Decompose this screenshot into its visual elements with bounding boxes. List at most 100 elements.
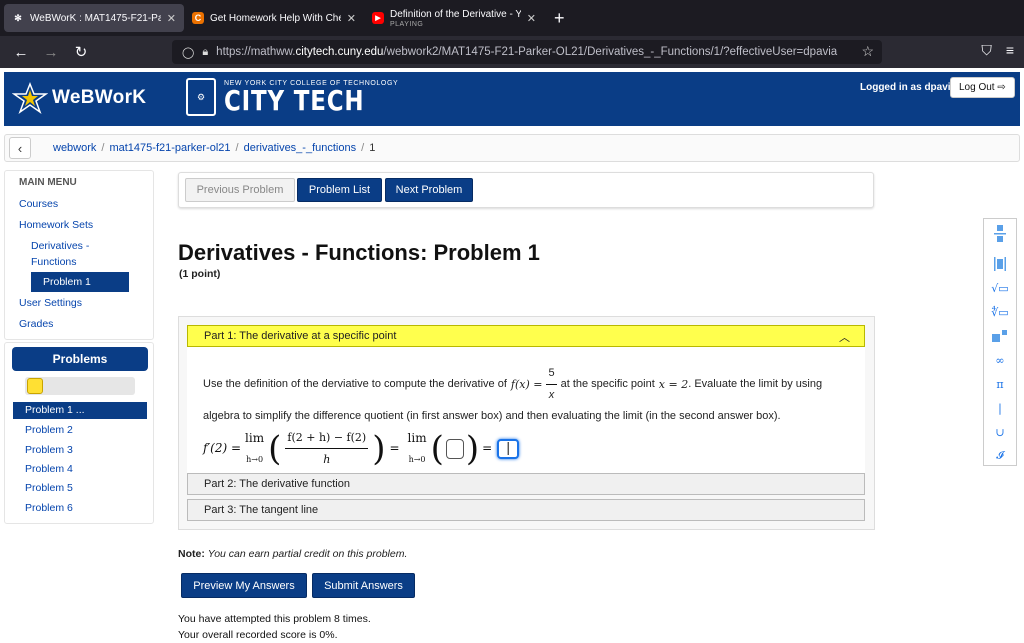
lim-subscript: h→0 <box>408 454 426 464</box>
pocket-icon[interactable]: ⛉ <box>981 42 992 59</box>
script-icon[interactable]: 𝓘 <box>984 445 1016 467</box>
exponent-icon[interactable] <box>984 325 1016 347</box>
url-path: /webwork2/MAT1475-F21-Parker-OL21/Deriva… <box>383 46 838 58</box>
tab-playing-label: PLAYING <box>390 21 424 28</box>
address-bar[interactable]: ◯ 🔒︎ https://mathww. citytech.cuny.edu/we… <box>172 40 882 64</box>
logged-in-status: Logged in as dpavia. <box>860 82 959 93</box>
problem-link-6[interactable]: Problem 6 <box>25 502 73 514</box>
part1-header[interactable]: Part 1: The derivative at a specific poi… <box>187 325 865 347</box>
menu-set-name-cont[interactable]: Functions <box>31 256 77 268</box>
problem-link-2[interactable]: Problem 2 <box>25 424 73 436</box>
college-seal-icon: ⚙ <box>186 78 216 116</box>
reload-icon[interactable]: ↻ <box>66 43 96 61</box>
pi-icon[interactable]: π <box>984 373 1016 395</box>
dq-denominator: h <box>323 453 331 466</box>
new-tab-button[interactable]: + <box>554 8 565 29</box>
limit-notation: lim h→0 <box>408 428 427 470</box>
close-tab-icon[interactable]: ✕ <box>167 12 176 25</box>
part2-header[interactable]: Part 2: The derivative function <box>187 473 865 495</box>
difference-quotient: f(2 + h) − f(2) h <box>285 427 369 470</box>
attempt-count: You have attempted this problem 8 times. <box>178 613 371 625</box>
logout-button[interactable]: Log Out ⇨ <box>950 77 1015 98</box>
problems-heading: Problems <box>12 347 148 371</box>
tab-title: Definition of the Derivative - YouTube <box>390 8 521 20</box>
close-tab-icon[interactable]: ✕ <box>347 12 356 25</box>
math-lhs: f′(2) = <box>203 441 242 455</box>
equals-sign: = <box>482 441 493 455</box>
menu-grades[interactable]: Grades <box>19 318 53 330</box>
site-header: WeBWorK ⚙ NEW YORK CITY COLLEGE OF TECHN… <box>4 72 1020 126</box>
breadcrumb-webwork[interactable]: webwork <box>53 142 96 154</box>
breadcrumb-course[interactable]: mat1475-f21-parker-ol21 <box>109 142 230 154</box>
problem-list-button[interactable]: Problem List <box>297 178 382 202</box>
progress-fill <box>27 378 43 394</box>
left-paren: ( <box>268 428 282 469</box>
menu-user-settings[interactable]: User Settings <box>19 297 82 309</box>
tab-title: WeBWorK : MAT1475-F21-Parker <box>30 12 161 24</box>
citytech-logo[interactable]: ⚙ NEW YORK CITY COLLEGE OF TECHNOLOGY CI… <box>186 78 398 116</box>
breadcrumb-set[interactable]: derivatives_-_functions <box>244 142 357 154</box>
preview-answers-button[interactable]: Preview My Answers <box>181 573 307 598</box>
infinity-icon[interactable]: ∞ <box>984 349 1016 371</box>
fraction-denominator: x <box>548 389 555 401</box>
abs-icon[interactable] <box>984 253 1016 275</box>
previous-problem-button[interactable]: Previous Problem <box>185 178 295 202</box>
page-title: Derivatives - Functions: Problem 1 <box>178 240 540 265</box>
nth-root-icon[interactable]: ∜▭ <box>984 301 1016 323</box>
menu-problem-active[interactable]: Problem 1 <box>31 272 129 292</box>
menu-homework-sets[interactable]: Homework Sets <box>19 219 93 231</box>
right-paren: ) <box>465 428 480 469</box>
problem-link-1[interactable]: Problem 1 ... <box>13 402 147 419</box>
sqrt-icon[interactable]: √▭ <box>984 277 1016 299</box>
next-problem-button[interactable]: Next Problem <box>385 178 473 202</box>
problem-link-5[interactable]: Problem 5 <box>25 482 73 494</box>
forward-arrow-icon[interactable]: → <box>36 44 66 61</box>
main-menu: MAIN MENU Courses Homework Sets Derivati… <box>4 170 154 340</box>
answer-box-1[interactable] <box>445 438 464 459</box>
bookmark-star-icon[interactable]: ☆ <box>861 43 874 60</box>
problem-points: (1 point) <box>179 268 221 280</box>
main-menu-heading: MAIN MENU <box>19 177 77 188</box>
part1-title: Part 1: The derivative at a specific poi… <box>204 330 397 342</box>
bar-icon[interactable]: | <box>984 397 1016 419</box>
lim-text: lim <box>407 430 427 445</box>
menu-set-name[interactable]: Derivatives - <box>31 240 89 252</box>
tab-chegg[interactable]: C Get Homework Help With Chegg ✕ <box>184 4 364 32</box>
tab-webwork[interactable]: ✻ WeBWorK : MAT1475-F21-Parker ✕ <box>4 4 184 32</box>
note-text: You can earn partial credit on this prob… <box>207 548 408 560</box>
equals-sign: = <box>389 441 400 455</box>
specific-point: x = 2 <box>658 378 689 391</box>
webwork-logo-text: WeBWorK <box>52 87 147 108</box>
note-label: Note: <box>178 548 205 560</box>
tab-title: Get Homework Help With Chegg <box>210 12 341 24</box>
lim-text: lim <box>245 430 265 445</box>
partial-credit-note: Note: You can earn partial credit on thi… <box>178 548 407 560</box>
menu-icon[interactable]: ≡ <box>1006 42 1014 59</box>
progress-bar <box>25 377 135 395</box>
right-paren: ) <box>372 428 386 469</box>
chevron-left-icon[interactable]: ‹ <box>9 137 31 159</box>
function-lhs: f(x) = <box>510 378 543 391</box>
union-icon[interactable]: ∪ <box>984 421 1016 443</box>
frac-icon[interactable] <box>984 223 1016 245</box>
breadcrumb-separator: / <box>361 142 365 154</box>
problem-link-4[interactable]: Problem 4 <box>25 463 73 475</box>
close-tab-icon[interactable]: ✕ <box>527 12 536 25</box>
back-arrow-icon[interactable]: ← <box>6 44 36 61</box>
tab-youtube[interactable]: ▶ Definition of the Derivative - YouTube… <box>364 4 544 32</box>
youtube-icon: ▶ <box>372 12 384 24</box>
left-paren: ( <box>430 428 444 469</box>
submit-answers-button[interactable]: Submit Answers <box>312 573 415 598</box>
dq-numerator: f(2 + h) − f(2) <box>285 427 369 449</box>
problems-panel: Problems Problem 1 ... Problem 2 Problem… <box>4 342 154 524</box>
part3-header[interactable]: Part 3: The tangent line <box>187 499 865 521</box>
chevron-up-icon[interactable]: ︿ <box>839 329 850 345</box>
menu-courses[interactable]: Courses <box>19 198 58 210</box>
problem-statement: Use the definition of the derviative to … <box>187 347 865 473</box>
answer-box-2[interactable]: | <box>497 438 520 459</box>
function-fraction: 5x <box>546 363 557 406</box>
recorded-score: Your overall recorded score is 0%. <box>178 629 338 641</box>
url-host: citytech.cuny.edu <box>295 46 384 58</box>
webwork-logo[interactable]: WeBWorK <box>12 82 146 114</box>
problem-link-3[interactable]: Problem 3 <box>25 444 73 456</box>
